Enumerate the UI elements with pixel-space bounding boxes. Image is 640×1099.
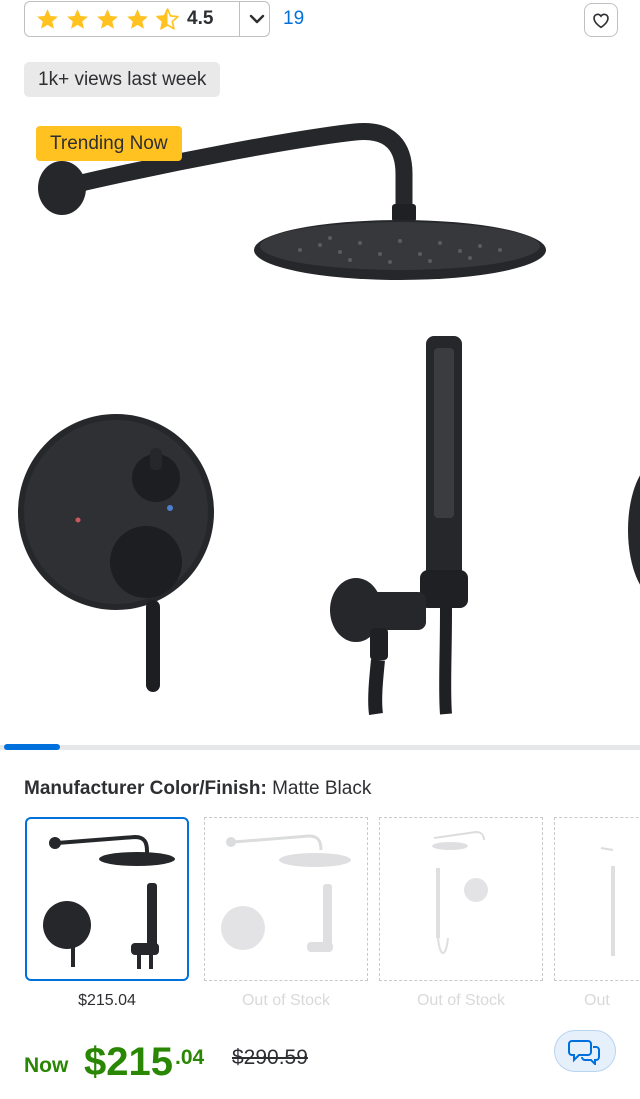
price-row: Now $215 .04 $290.59: [24, 1030, 624, 1090]
variant-price-caption: $215.04: [78, 992, 136, 1009]
star-full-icon: [67, 8, 88, 29]
review-count-link[interactable]: 19: [283, 8, 304, 30]
variant-title: Manufacturer Color/Finish: Matte Black: [24, 778, 371, 800]
variant-selected-value: Matte Black: [272, 778, 372, 799]
star-full-icon: [97, 8, 118, 29]
star-full-icon: [37, 8, 58, 29]
favorite-button[interactable]: [584, 3, 618, 37]
star-rating: 4.5: [35, 7, 213, 32]
variant-thumbnail-black: [43, 834, 175, 969]
product-image[interactable]: [0, 100, 640, 730]
trending-badge: Trending Now: [36, 126, 182, 161]
variant-thumbnail-chrome-3: [600, 847, 615, 956]
variant-option-2-out-of-stock[interactable]: [204, 817, 368, 981]
carousel-progress-indicator: [4, 744, 60, 750]
views-badge: 1k+ views last week: [24, 62, 221, 97]
variant-label: Manufacturer Color/Finish:: [24, 778, 267, 799]
chevron-down-icon: [249, 14, 265, 24]
was-price: $290.59: [232, 1046, 308, 1069]
now-label: Now: [24, 1054, 69, 1077]
variant-stock-caption: Out of Stock: [416, 992, 506, 1009]
rating-value: 4.5: [187, 8, 214, 29]
star-full-icon: [127, 8, 148, 29]
top-bar: 4.5 19: [0, 0, 640, 46]
variant-stock-caption: Out: [584, 992, 610, 1009]
carousel-progress-track: [0, 745, 640, 750]
variant-option-matte-black[interactable]: [25, 817, 189, 981]
variant-thumbnail-chrome: [221, 834, 351, 952]
variant-stock-caption: Out of Stock: [241, 992, 331, 1009]
heart-icon: [593, 13, 609, 29]
star-half-icon: [156, 7, 179, 30]
variant-option-4-out-of-stock[interactable]: [554, 817, 640, 981]
chat-button[interactable]: [554, 1030, 616, 1072]
rating-dropdown[interactable]: 4.5: [24, 1, 270, 37]
rating-divider: [239, 2, 240, 36]
chat-bubbles-icon: [568, 1040, 600, 1065]
variant-thumbnail-chrome-2: [432, 830, 488, 954]
shower-set-image: [18, 123, 640, 715]
current-price-cents: .04: [175, 1046, 205, 1069]
variant-option-3-out-of-stock[interactable]: [379, 817, 543, 981]
current-price-dollars: $215: [84, 1040, 173, 1084]
